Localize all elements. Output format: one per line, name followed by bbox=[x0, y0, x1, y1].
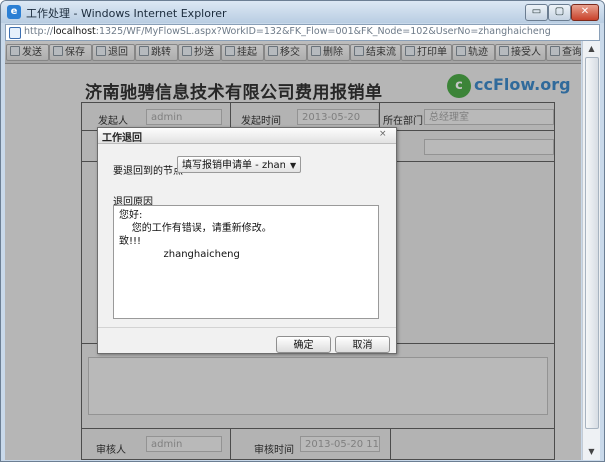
url-text[interactable]: http://localhost:1325/WF/MyFlowSL.aspx?W… bbox=[24, 26, 551, 37]
browser-window: e 工作处理 - Windows Internet Explorer ▭ ▢ ✕… bbox=[0, 0, 605, 462]
address-bar[interactable]: http://localhost:1325/WF/MyFlowSL.aspx?W… bbox=[5, 24, 600, 41]
dialog-title: 工作退回 bbox=[102, 133, 142, 144]
page-viewport: 发送 保存 退回 跳转 抄送 挂起 移交 删除 结束流 打印单 轨迹 接受人 查… bbox=[5, 41, 581, 460]
scroll-down-icon[interactable]: ▼ bbox=[586, 446, 597, 457]
return-node-select[interactable]: 填写报销申请单 - zhangyifan ▼ bbox=[177, 156, 301, 173]
cancel-button[interactable]: 取消 bbox=[335, 336, 390, 353]
chevron-down-icon[interactable]: ▼ bbox=[290, 157, 296, 172]
restore-button[interactable]: ▢ bbox=[548, 4, 571, 21]
return-node-label: 要退回到的节点 bbox=[113, 166, 183, 177]
dialog-header[interactable]: 工作退回 × bbox=[98, 128, 396, 144]
scroll-up-icon[interactable]: ▲ bbox=[586, 43, 597, 54]
title-bar[interactable]: e 工作处理 - Windows Internet Explorer ▭ ▢ ✕ bbox=[1, 1, 604, 23]
close-window-button[interactable]: ✕ bbox=[571, 4, 599, 21]
page-icon bbox=[9, 27, 21, 39]
close-icon[interactable]: × bbox=[379, 129, 387, 139]
return-work-dialog: 工作退回 × 要退回到的节点 填写报销申请单 - zhangyifan ▼ 退回… bbox=[97, 127, 397, 354]
scroll-thumb[interactable] bbox=[585, 57, 599, 429]
ie-icon: e bbox=[7, 5, 21, 19]
return-reason-textarea[interactable]: 您好: 您的工作有错误，请重新修改。 致!!! zhanghaicheng bbox=[113, 205, 379, 319]
confirm-button[interactable]: 确定 bbox=[276, 336, 331, 353]
minimize-button[interactable]: ▭ bbox=[525, 4, 548, 21]
window-title: 工作处理 - Windows Internet Explorer bbox=[26, 7, 227, 20]
vertical-scrollbar[interactable]: ▲ ▼ bbox=[582, 41, 600, 460]
dialog-divider bbox=[98, 327, 396, 328]
